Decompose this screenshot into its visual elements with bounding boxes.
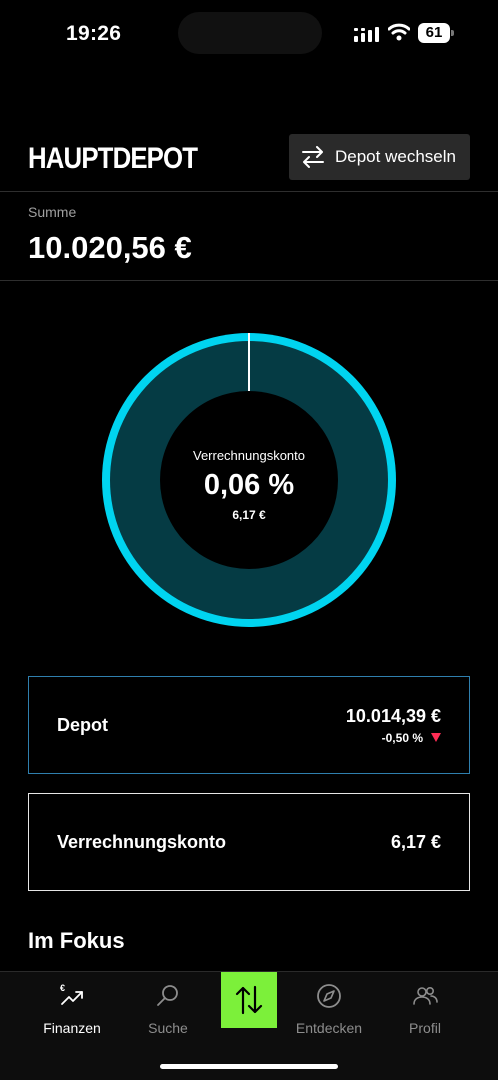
focus-section-title: Im Fokus [28, 928, 125, 953]
donut-center-percent: 0,06 % [203, 469, 295, 501]
battery-level: 61 [418, 23, 450, 43]
tab-bar: € Finanzen Suche Entdecken Profil [0, 971, 498, 1080]
sum-value: 10.020,56 € [28, 230, 192, 265]
depot-card-change: -0,50 % [346, 731, 441, 745]
depot-card-amount: 10.014,39 € [345, 705, 441, 726]
tab-finanzen-label: Finanzen [43, 1020, 101, 1036]
search-icon [157, 985, 178, 1006]
svg-text:€: € [60, 983, 65, 993]
tab-profil[interactable]: Profil [375, 982, 475, 1036]
dynamic-island [178, 12, 322, 54]
donut-center: Verrechnungskonto 0,06 % 6,17 € [160, 396, 338, 574]
cellular-signal-icon [354, 27, 379, 42]
trend-down-icon [431, 733, 441, 742]
depot-change-percent: -0,50 % [381, 730, 423, 745]
wifi-icon [388, 23, 410, 41]
verrechnungskonto-card-values: 6,17 € [391, 832, 441, 853]
depot-card-name: Depot [57, 714, 108, 735]
verrechnungskonto-card[interactable]: Verrechnungskonto 6,17 € [28, 793, 470, 891]
page-title: HAUPTDEPOT [28, 142, 198, 175]
swap-vertical-icon [235, 985, 263, 1015]
donut-center-amount: 6,17 € [232, 508, 266, 522]
tab-entdecken-label: Entdecken [295, 1020, 363, 1036]
tab-finanzen[interactable]: € Finanzen [22, 982, 122, 1036]
divider [0, 280, 498, 281]
sum-label: Summe [28, 204, 77, 220]
switch-depot-button[interactable]: Depot wechseln [289, 134, 470, 180]
tab-suche-label: Suche [148, 1020, 188, 1036]
battery-icon: 61 [418, 23, 454, 43]
switch-depot-label: Depot wechseln [335, 147, 456, 166]
verrechnungskonto-card-amount: 6,17 € [390, 831, 441, 852]
donut-center-label: Verrechnungskonto [192, 448, 306, 463]
depot-card-values: 10.014,39 € -0,50 % [346, 706, 441, 745]
status-bar: 19:26 61 [0, 0, 498, 70]
finance-chart-icon: € [60, 983, 83, 1005]
divider [0, 191, 498, 192]
home-indicator [160, 1064, 338, 1069]
swap-horizontal-icon [302, 146, 324, 168]
depot-card[interactable]: Depot 10.014,39 € -0,50 % [28, 676, 470, 774]
verrechnungskonto-card-name: Verrechnungskonto [57, 831, 227, 852]
tab-profil-label: Profil [409, 1020, 441, 1036]
trade-button[interactable] [221, 972, 277, 1028]
tab-suche[interactable]: Suche [118, 982, 218, 1036]
people-icon [413, 987, 438, 1005]
compass-icon [317, 984, 341, 1008]
status-time: 19:26 [66, 22, 122, 45]
tab-entdecken[interactable]: Entdecken [279, 982, 379, 1036]
